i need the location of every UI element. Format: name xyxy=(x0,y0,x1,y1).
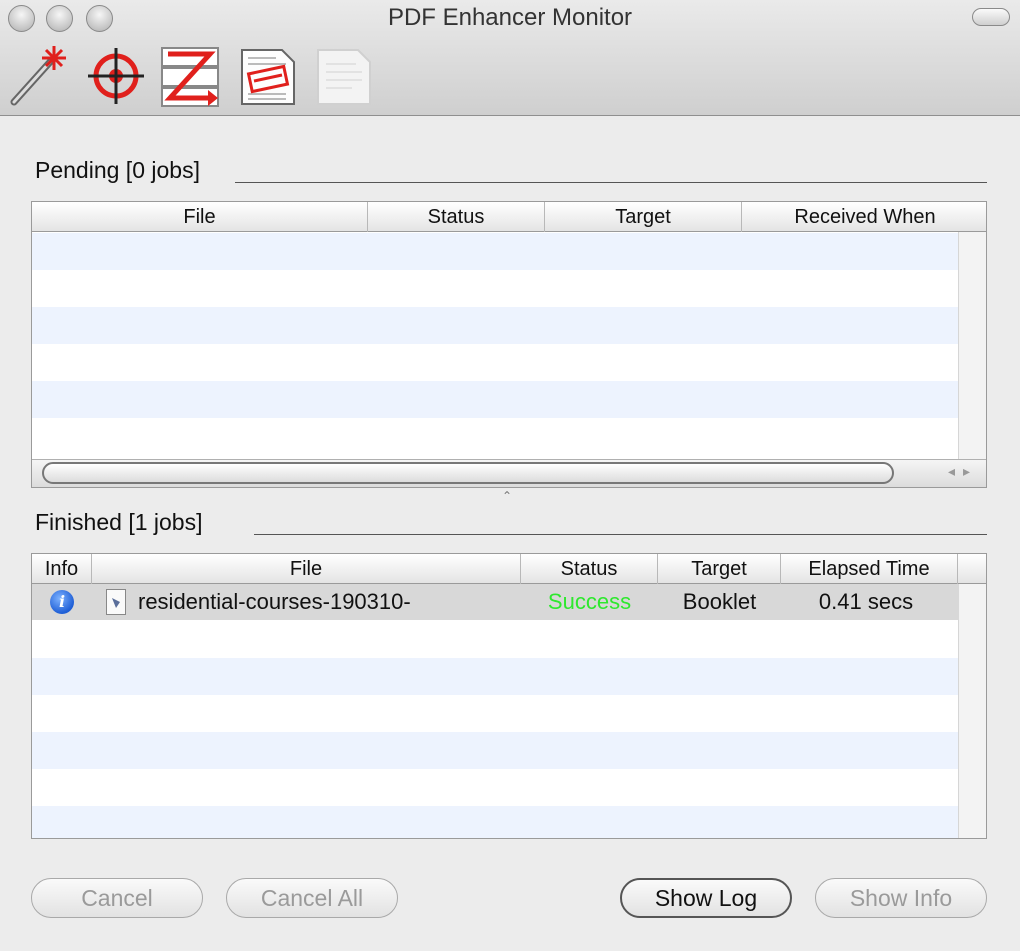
finished-section-divider xyxy=(254,534,987,535)
pending-column-received-when[interactable]: Received When xyxy=(742,202,986,232)
scroll-arrows-icon[interactable]: ◂▸ xyxy=(948,463,978,480)
pending-column-target[interactable]: Target xyxy=(545,202,742,232)
document-icon xyxy=(106,589,126,615)
finished-column-status[interactable]: Status xyxy=(521,554,658,584)
split-view-handle[interactable]: ⌃ xyxy=(502,489,512,503)
finished-vertical-scrollbar[interactable] xyxy=(958,584,986,838)
crosshair-target-icon[interactable] xyxy=(84,44,148,108)
pending-column-file[interactable]: File xyxy=(32,202,368,232)
finished-column-target[interactable]: Target xyxy=(658,554,781,584)
pending-section-divider xyxy=(235,182,987,183)
finished-jobs-table[interactable]: Info File Status Target Elapsed Time i r… xyxy=(31,553,987,839)
pending-horizontal-scrollbar[interactable]: ◂▸ xyxy=(32,459,986,487)
title-bar: PDF Enhancer Monitor xyxy=(0,0,1020,116)
finished-table-header: Info File Status Target Elapsed Time xyxy=(32,554,986,584)
toolbar-toggle-button[interactable] xyxy=(972,8,1010,26)
finished-row-elapsed: 0.41 secs xyxy=(818,589,914,614)
cancel-button[interactable]: Cancel xyxy=(31,878,203,918)
magic-wand-icon[interactable] xyxy=(8,44,72,108)
pending-scroll-thumb[interactable] xyxy=(42,462,894,484)
info-icon[interactable]: i xyxy=(50,590,74,614)
blank-document-icon[interactable] xyxy=(312,44,376,108)
finished-column-elapsed-time[interactable]: Elapsed Time xyxy=(781,554,958,584)
pending-section-label: Pending [0 jobs] xyxy=(35,157,200,183)
show-info-button[interactable]: Show Info xyxy=(815,878,987,918)
status-badge: Success xyxy=(547,589,632,614)
finished-column-info[interactable]: Info xyxy=(32,554,92,584)
stamp-document-icon[interactable] xyxy=(236,44,300,108)
pending-vertical-scrollbar[interactable] xyxy=(958,232,986,459)
finished-row-file: residential-courses-190310- xyxy=(138,589,411,614)
finished-column-file[interactable]: File xyxy=(92,554,521,584)
window-title: PDF Enhancer Monitor xyxy=(387,4,633,31)
cancel-all-button[interactable]: Cancel All xyxy=(226,878,398,918)
pending-jobs-table[interactable]: File Status Target Received When ◂▸ xyxy=(31,201,987,488)
show-log-button[interactable]: Show Log xyxy=(620,878,792,918)
pending-table-header: File Status Target Received When xyxy=(32,202,986,232)
finished-row-target: Booklet xyxy=(682,589,757,614)
z-fold-icon[interactable] xyxy=(158,44,222,108)
pending-column-status[interactable]: Status xyxy=(368,202,545,232)
finished-section-label: Finished [1 jobs] xyxy=(35,509,203,535)
